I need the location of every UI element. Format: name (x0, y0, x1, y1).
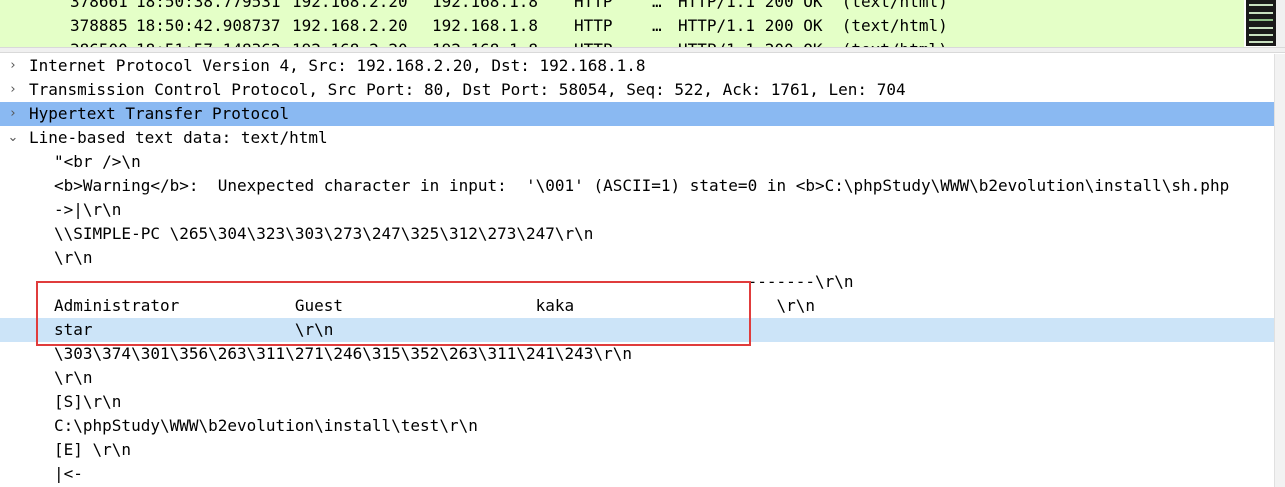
tree-item-label: Hypertext Transfer Protocol (29, 104, 290, 123)
text-data-line[interactable]: \303\374\301\356\263\311\271\246\315\352… (0, 342, 1274, 366)
expand-arrow-icon[interactable]: › (4, 78, 22, 102)
text-data-line[interactable]: \r\n (0, 366, 1274, 390)
text-data-line[interactable]: \\SIMPLE-PC \265\304\323\303\273\247\325… (0, 222, 1274, 246)
packet-destination: 192.168.1.8 (432, 38, 538, 47)
text-data-line[interactable]: Administrator Guest kaka \r\n (0, 294, 1274, 318)
packet-protocol: HTTP (574, 16, 613, 35)
text-data-content: \303\374\301\356\263\311\271\246\315\352… (54, 344, 632, 363)
packet-time: 18:50:42.908737 (136, 16, 281, 35)
packet-destination: 192.168.1.8 (432, 0, 538, 11)
text-data-content: \r\n (54, 248, 93, 267)
text-data-line[interactable]: |<- (0, 462, 1274, 486)
packet-row[interactable]: 378661 18:50:38.779531 192.168.2.20 192.… (0, 0, 1244, 14)
text-data-line[interactable]: ->|\r\n (0, 198, 1274, 222)
text-data-content: ->|\r\n (54, 200, 122, 219)
pane-splitter[interactable] (0, 47, 1285, 53)
tree-item-http[interactable]: › Hypertext Transfer Protocol (0, 102, 1274, 126)
packet-info: HTTP/1.1 200 OK (text/html) (678, 38, 948, 47)
text-data-line[interactable]: <b>Warning</b>: Unexpected character in … (0, 174, 1274, 198)
text-data-line[interactable]: C:\phpStudy\WWW\b2evolution\install\test… (0, 414, 1274, 438)
text-data-line[interactable]: ----------------------------------------… (0, 270, 1274, 294)
tree-item-tcp[interactable]: › Transmission Control Protocol, Src Por… (0, 78, 1274, 102)
packet-number: 386500 (70, 38, 128, 47)
packet-protocol: HTTP (574, 0, 613, 11)
expand-arrow-icon[interactable]: › (4, 102, 22, 126)
text-data-content: "<br />\n (54, 152, 141, 171)
text-data-line[interactable]: "<br />\n (0, 150, 1274, 174)
packet-source: 192.168.2.20 (292, 16, 408, 35)
packet-list-scrollbar[interactable] (1276, 0, 1285, 47)
packet-time: 18:50:38.779531 (136, 0, 281, 11)
packet-length: … (652, 0, 662, 11)
text-data-line-selected[interactable]: star \r\n (0, 318, 1274, 342)
packet-length: … (652, 38, 662, 47)
tree-item-ipv4[interactable]: › Internet Protocol Version 4, Src: 192.… (0, 54, 1274, 78)
packet-info: HTTP/1.1 200 OK (text/html) (678, 0, 948, 11)
collapse-arrow-icon[interactable]: ⌄ (4, 126, 22, 150)
tree-item-label: Internet Protocol Version 4, Src: 192.16… (29, 56, 646, 75)
packet-source: 192.168.2.20 (292, 0, 408, 11)
text-data-content: \\SIMPLE-PC \265\304\323\303\273\247\325… (54, 224, 594, 243)
text-data-content: |<- (54, 464, 83, 483)
text-data-content: C:\phpStudy\WWW\b2evolution\install\test… (54, 416, 478, 435)
text-data-content: Administrator Guest kaka \r\n (54, 296, 815, 315)
packet-number: 378885 (70, 16, 128, 35)
expand-arrow-icon[interactable]: › (4, 54, 22, 78)
packet-source: 192.168.2.20 (292, 38, 408, 47)
text-data-content: <b>Warning</b>: Unexpected character in … (54, 176, 1230, 195)
packet-length: … (652, 16, 662, 35)
text-data-line[interactable]: [S]\r\n (0, 390, 1274, 414)
packet-number: 378661 (70, 0, 128, 11)
text-data-content: ----------------------------------------… (54, 272, 854, 291)
packet-destination: 192.168.1.8 (432, 16, 538, 35)
packet-row[interactable]: 386500 18:51:57.148362 192.168.2.20 192.… (0, 38, 1244, 47)
packet-protocol: HTTP (574, 38, 613, 47)
packet-time: 18:51:57.148362 (136, 38, 281, 47)
packet-info: HTTP/1.1 200 OK (text/html) (678, 16, 948, 35)
text-data-content: \r\n (54, 368, 93, 387)
text-data-content: [E] \r\n (54, 440, 132, 459)
tree-item-label: Transmission Control Protocol, Src Port:… (29, 80, 906, 99)
text-data-content: [S]\r\n (54, 392, 122, 411)
text-data-content: star \r\n (54, 320, 334, 339)
text-data-line[interactable]: [E] \r\n (0, 438, 1274, 462)
packet-row[interactable]: 378885 18:50:42.908737 192.168.2.20 192.… (0, 14, 1244, 38)
text-data-line[interactable]: \r\n (0, 246, 1274, 270)
tree-item-line-based-text[interactable]: ⌄ Line-based text data: text/html (0, 126, 1274, 150)
tree-item-label: Line-based text data: text/html (29, 128, 328, 147)
packet-list[interactable]: 378661 18:50:38.779531 192.168.2.20 192.… (0, 0, 1285, 47)
packet-minimap[interactable] (1246, 0, 1276, 46)
packet-details[interactable]: › Internet Protocol Version 4, Src: 192.… (0, 54, 1285, 487)
details-scrollbar[interactable] (1274, 54, 1285, 487)
